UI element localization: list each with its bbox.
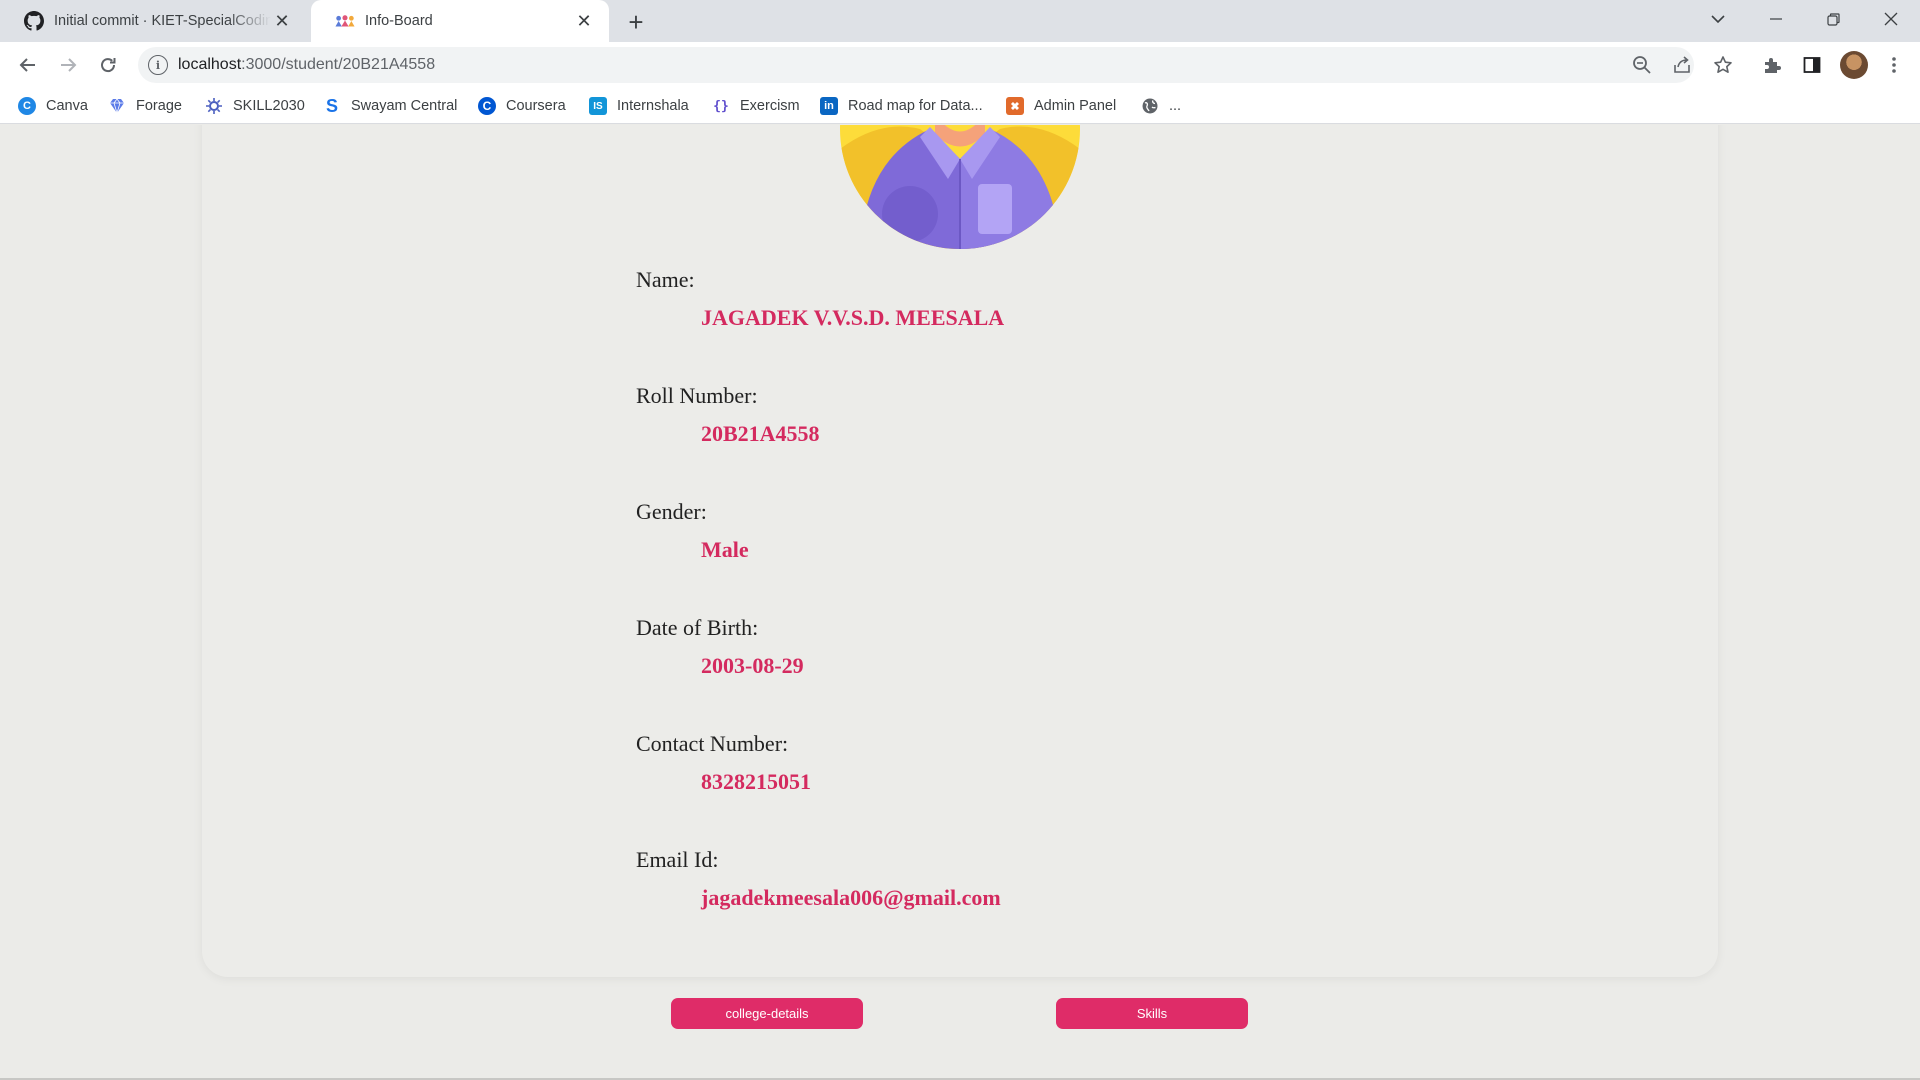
bookmark-internshala[interactable]: IS Internshala (589, 94, 689, 118)
bookmark-label: Coursera (506, 98, 566, 114)
swayam-icon: S (325, 95, 338, 116)
bookmark-exercism[interactable]: {} Exercism (712, 94, 800, 118)
bookmark-label: Swayam Central (351, 98, 458, 114)
close-window-icon[interactable] (1863, 0, 1919, 38)
exercism-icon: {} (713, 98, 729, 114)
bookmark-label: SKILL2030 (233, 98, 305, 114)
address-bar[interactable]: i localhost:3000/student/20B21A4558 (138, 47, 1694, 83)
internshala-icon: IS (589, 97, 607, 115)
bookmark-label: Internshala (617, 98, 689, 114)
tab-title: Initial commit · KIET-SpecialCoding (54, 13, 271, 29)
page-viewport: Name: JAGADEK V.V.S.D. MEESALA Roll Numb… (0, 125, 1920, 1080)
bookmark-forage[interactable]: Forage (108, 94, 182, 118)
bookmark-skill2030[interactable]: SKILL2030 (205, 94, 305, 118)
bookmark-canva[interactable]: C Canva (18, 94, 88, 118)
field-value: jagadekmeesala006@gmail.com (701, 885, 1001, 910)
bookmark-label: Exercism (740, 98, 800, 114)
restore-icon[interactable] (1805, 0, 1861, 38)
globe-icon (1141, 97, 1159, 115)
profile-avatar[interactable] (1840, 51, 1868, 79)
field-email: Email Id: jagadekmeesala006@gmail.com (636, 847, 1001, 911)
coursera-icon: C (478, 97, 496, 115)
bookmark-star-icon[interactable] (1709, 51, 1737, 79)
bookmark-label: Forage (136, 98, 182, 114)
minimize-icon[interactable] (1748, 0, 1804, 38)
side-panel-icon[interactable] (1798, 51, 1826, 79)
tab-github[interactable]: Initial commit · KIET-SpecialCoding ✕ (0, 0, 307, 42)
menu-kebab-icon[interactable] (1880, 51, 1908, 79)
forage-icon (108, 97, 126, 115)
field-label: Date of Birth: (636, 615, 759, 640)
tab-info-board[interactable]: Info-Board ✕ (311, 0, 609, 42)
new-tab-button[interactable]: + (620, 7, 652, 37)
forward-icon[interactable] (52, 49, 84, 81)
close-tab-icon[interactable]: ✕ (271, 10, 293, 32)
bookmark-label: Admin Panel (1034, 98, 1117, 114)
info-board-favicon-icon (335, 11, 355, 31)
field-value: 8328215051 (701, 769, 811, 794)
share-icon[interactable] (1670, 53, 1694, 77)
bookmark-label: Road map for Data... (848, 98, 983, 114)
bookmark-admin-panel[interactable]: ✖ Admin Panel (1006, 94, 1116, 118)
browser-tabstrip: Initial commit · KIET-SpecialCoding ✕ In… (0, 0, 1920, 42)
field-value: 2003-08-29 (701, 653, 804, 678)
field-roll-number: Roll Number: 20B21A4558 (636, 383, 820, 447)
browser-toolbar: i localhost:3000/student/20B21A4558 (0, 42, 1920, 88)
zoom-icon[interactable] (1630, 53, 1654, 77)
bookmark-coursera[interactable]: C Coursera (478, 94, 566, 118)
field-label: Name: (636, 267, 695, 292)
github-icon (24, 11, 44, 31)
bookmark-more[interactable]: ... (1141, 94, 1181, 118)
xampp-icon: ✖ (1006, 97, 1024, 115)
extensions-icon[interactable] (1758, 51, 1786, 79)
field-label: Gender: (636, 499, 707, 524)
field-name: Name: JAGADEK V.V.S.D. MEESALA (636, 267, 1004, 331)
bookmark-label: Canva (46, 98, 88, 114)
canva-icon: C (18, 97, 36, 115)
field-gender: Gender: Male (636, 499, 749, 563)
field-label: Roll Number: (636, 383, 758, 408)
bookmark-swayam-central[interactable]: S Swayam Central (323, 94, 457, 118)
site-info-icon[interactable]: i (148, 55, 168, 75)
field-label: Email Id: (636, 847, 719, 872)
field-value: JAGADEK V.V.S.D. MEESALA (701, 305, 1005, 330)
back-icon[interactable] (12, 49, 44, 81)
close-tab-icon[interactable]: ✕ (573, 10, 595, 32)
bookmarks-bar: C Canva Forage SKILL2030 S Swayam Centra… (0, 88, 1920, 124)
skill2030-icon (205, 97, 223, 115)
field-contact-number: Contact Number: 8328215051 (636, 731, 811, 795)
college-details-button[interactable]: college-details (671, 998, 863, 1029)
field-label: Contact Number: (636, 731, 789, 756)
bookmark-road-map[interactable]: in Road map for Data... (820, 94, 983, 118)
bookmark-label: ... (1169, 98, 1182, 114)
linkedin-icon: in (820, 97, 838, 115)
field-date-of-birth: Date of Birth: 2003-08-29 (636, 615, 804, 679)
url-text[interactable]: localhost:3000/student/20B21A4558 (178, 56, 435, 74)
tab-title: Info-Board (365, 13, 433, 29)
reload-icon[interactable] (92, 49, 124, 81)
tab-search-icon[interactable] (1690, 0, 1746, 38)
field-value: Male (701, 537, 749, 562)
skills-button[interactable]: Skills (1056, 998, 1248, 1029)
field-value: 20B21A4558 (701, 421, 820, 446)
